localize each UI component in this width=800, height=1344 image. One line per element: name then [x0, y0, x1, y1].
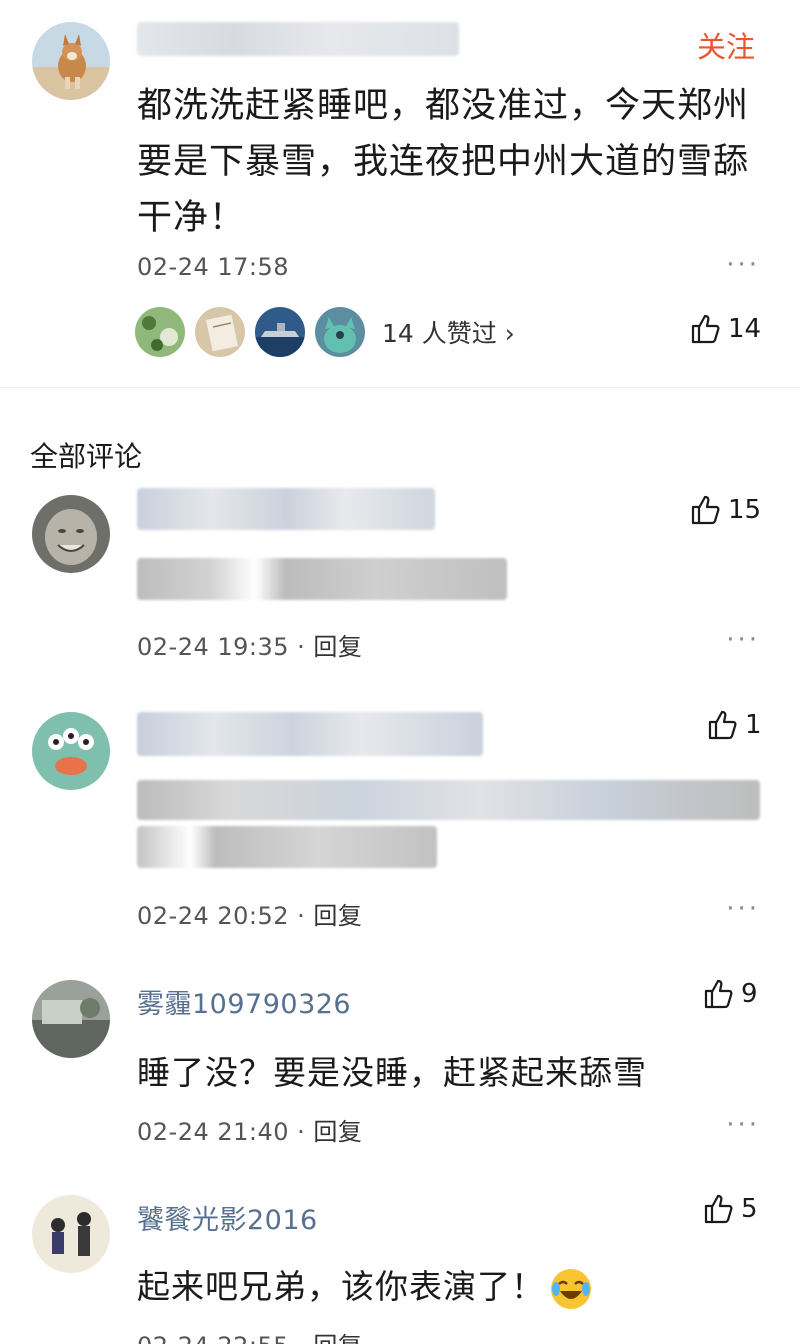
comment-time-row: 02-24 22:55 · 回复: [137, 1326, 362, 1344]
thumbs-up-icon: [691, 314, 720, 344]
comment-time: 02-24 22:55: [137, 1332, 289, 1344]
commenter-avatar[interactable]: [32, 712, 110, 790]
commenter-avatar[interactable]: [32, 980, 110, 1058]
comment-time-row: 02-24 20:52 · 回复: [137, 902, 363, 930]
comment-time: 02-24 20:52: [137, 902, 290, 930]
post-text: 都洗洗赶紧睡吧，都没准过，今天郑州要是下暴雪，我连夜把中州大道的雪舔干净！: [137, 86, 750, 238]
blurred-username: [137, 22, 459, 56]
comment-like-count: 5: [741, 1194, 758, 1224]
comment-text: 睡了没？要是没睡，赶紧起来舔雪: [137, 1053, 647, 1092]
commenter-avatar[interactable]: [32, 495, 110, 573]
commenter-username[interactable]: 雾霾109790326: [137, 982, 351, 1021]
comment-more-button[interactable]: ···: [726, 625, 760, 655]
comment-like-button[interactable]: 9: [703, 978, 758, 1010]
liker-avatar[interactable]: [315, 307, 365, 357]
comment-time-row: 02-24 21:40 · 回复: [137, 1118, 363, 1146]
comment-like-button[interactable]: 5: [703, 1193, 758, 1225]
comment-like-count: 1: [745, 710, 762, 740]
liker-avatar[interactable]: [195, 307, 245, 357]
comment-time-row: 02-24 19:35 · 回复: [137, 633, 363, 661]
reply-button[interactable]: 回复: [313, 633, 362, 661]
likers-link[interactable]: 14 人赞过 ›: [382, 314, 515, 350]
comment-time: 02-24 21:40: [137, 1118, 290, 1146]
blurred-comment-text: [137, 558, 507, 600]
blurred-comment-text: [137, 826, 437, 868]
commenter-username[interactable]: 饕餮光影2016: [137, 1198, 318, 1237]
comment-more-button[interactable]: ···: [726, 894, 760, 924]
post-more-button[interactable]: ···: [726, 250, 760, 280]
reply-button[interactable]: 回复: [313, 902, 362, 930]
thumbs-up-icon: [704, 1194, 733, 1224]
comment-like-button[interactable]: 15: [690, 494, 761, 526]
section-divider: [0, 378, 800, 388]
post-like-count: 14: [728, 314, 762, 344]
comment-text: 起来吧兄弟，该你表演了！: [137, 1260, 593, 1311]
comment-like-count: 9: [741, 979, 758, 1009]
commenter-avatar[interactable]: [32, 1195, 110, 1273]
liker-avatar[interactable]: [255, 307, 305, 357]
blurred-comment-text: [137, 780, 760, 820]
comment-time: 02-24 19:35: [137, 633, 290, 661]
blurred-username: [137, 712, 483, 756]
comment-like-count: 15: [728, 495, 762, 525]
post-like-button[interactable]: 14: [690, 313, 761, 345]
all-comments-heading: 全部评论: [30, 440, 143, 473]
post-time: 02-24 17:58: [137, 253, 290, 281]
comment-more-button[interactable]: ···: [726, 1110, 760, 1140]
comment-like-button[interactable]: 1: [707, 709, 762, 741]
thumbs-up-icon: [708, 710, 737, 740]
liker-avatar[interactable]: [135, 307, 185, 357]
post-author-avatar[interactable]: [32, 22, 110, 100]
follow-button[interactable]: 关注: [697, 24, 755, 66]
crying-laughing-emoji-icon: [551, 1268, 591, 1309]
thumbs-up-icon: [704, 979, 733, 1009]
reply-button[interactable]: 回复: [313, 1118, 362, 1146]
thumbs-up-icon: [691, 495, 720, 525]
blurred-username: [137, 488, 435, 530]
reply-button[interactable]: 回复: [313, 1332, 362, 1344]
